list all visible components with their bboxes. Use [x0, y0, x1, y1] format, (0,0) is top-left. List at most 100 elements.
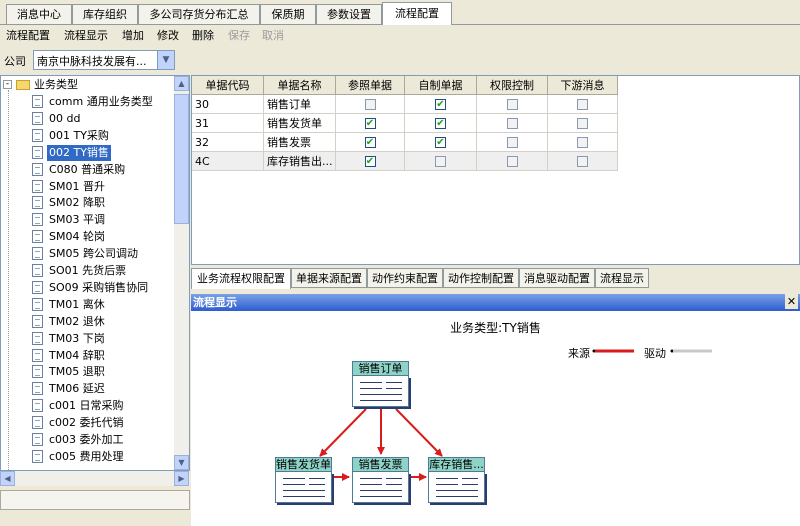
chevron-down-icon[interactable]: ▼	[157, 51, 174, 69]
tree-item[interactable]: 001 TY采购	[1, 128, 175, 144]
tree-item[interactable]: c003 委外加工	[1, 432, 175, 448]
column-header[interactable]: 自制单据	[405, 76, 477, 95]
tree-item[interactable]: C080 普通采购	[1, 162, 175, 178]
table-row[interactable]: 30 销售订单 ✔	[192, 95, 618, 114]
checkbox[interactable]: ✔	[435, 137, 446, 148]
tree-item[interactable]: TM03 下岗	[1, 331, 175, 347]
checkbox[interactable]	[577, 156, 588, 167]
document-icon	[32, 230, 43, 244]
scroll-up-icon[interactable]: ▲	[174, 76, 189, 91]
checkbox[interactable]: ✔	[364, 137, 376, 148]
add-button[interactable]: 增加	[122, 27, 144, 43]
save-button[interactable]: 保存	[228, 27, 250, 43]
document-icon	[32, 179, 43, 193]
cell-self: ✔	[405, 95, 477, 114]
checkbox[interactable]	[435, 156, 446, 167]
scroll-down-icon[interactable]: ▼	[174, 455, 189, 470]
document-icon	[352, 472, 409, 503]
tree-item-label: SM05 跨公司调动	[49, 247, 138, 261]
column-header[interactable]: 单据名称	[264, 76, 336, 95]
tree-item[interactable]: SM05 跨公司调动	[1, 246, 175, 262]
tree-item[interactable]: SM02 降职	[1, 195, 175, 211]
tab-message-center[interactable]: 消息中心	[6, 4, 72, 24]
collapse-icon[interactable]: -	[3, 80, 12, 89]
checkbox[interactable]: ✔	[435, 99, 446, 110]
tree-item[interactable]: SM03 平调	[1, 212, 175, 228]
tree-item[interactable]: TM02 退休	[1, 314, 175, 330]
tree-item[interactable]: TM04 辞职	[1, 348, 175, 364]
tab-flow-display[interactable]: 流程显示	[595, 268, 649, 288]
checkbox[interactable]	[506, 99, 518, 110]
tab-action-control[interactable]: 动作控制配置	[443, 268, 519, 288]
cell-name: 销售发货单	[264, 114, 336, 133]
tree-item[interactable]: SM04 轮岗	[1, 229, 175, 245]
tree-item[interactable]: SO01 先货后票	[1, 263, 175, 279]
table-row[interactable]: 31 销售发货单 ✔ ✔	[192, 114, 618, 133]
flow-node-sales-invoice[interactable]: 销售发票	[352, 457, 409, 505]
cell-self: ✔	[405, 133, 477, 152]
column-header[interactable]: 参照单据	[336, 76, 405, 95]
cell-ref: ✔	[336, 114, 405, 133]
tree-item-label: 002 TY销售	[47, 144, 111, 161]
cell-code: 4C	[192, 152, 264, 171]
node-title: 销售订单	[352, 361, 409, 376]
tree-item[interactable]: comm 通用业务类型	[1, 94, 175, 110]
table-row[interactable]: 32 销售发票 ✔ ✔	[192, 133, 618, 152]
checkbox[interactable]	[577, 137, 588, 148]
tree-item[interactable]: TM01 离休	[1, 297, 175, 313]
tree-item[interactable]: TM05 退职	[1, 364, 175, 380]
tab-document-source[interactable]: 单据来源配置	[291, 268, 367, 288]
checkbox[interactable]	[506, 118, 518, 129]
tree-item-label: c003 委外加工	[49, 433, 124, 446]
column-header[interactable]: 下游消息	[548, 76, 618, 95]
scroll-thumb[interactable]	[174, 94, 189, 224]
company-select[interactable]: 南京中脉科技发展有... ▼	[33, 50, 175, 70]
checkbox[interactable]: ✔	[364, 118, 376, 129]
tree-item[interactable]: SM01 晋升	[1, 179, 175, 195]
tree-horizontal-scrollbar[interactable]: ◀ ▶	[0, 471, 190, 486]
checkbox[interactable]	[577, 99, 588, 110]
tree-item-label: TM02 退休	[49, 314, 105, 328]
scroll-right-icon[interactable]: ▶	[174, 471, 189, 486]
tree-item[interactable]: 002 TY销售	[1, 144, 175, 161]
tree-item[interactable]: SO09 采购销售协同	[1, 280, 175, 296]
flow-node-sales-delivery[interactable]: 销售发货单	[275, 457, 332, 505]
business-type-tree: - 业务类型 comm 通用业务类型 00 dd 001 TY采购 002 TY销售 C08…	[0, 75, 190, 471]
tree-item[interactable]: 00 dd	[1, 111, 175, 127]
checkbox[interactable]: ✔	[364, 156, 376, 167]
checkbox[interactable]	[506, 156, 518, 167]
checkbox[interactable]	[577, 118, 588, 129]
column-header[interactable]: 单据代码	[192, 76, 264, 95]
column-header[interactable]: 权限控制	[477, 76, 548, 95]
scroll-left-icon[interactable]: ◀	[0, 471, 15, 486]
flow-node-stock-sales-out[interactable]: 库存销售...	[428, 457, 485, 505]
tab-parameter-settings[interactable]: 参数设置	[316, 4, 382, 24]
tree-item[interactable]: TM06 延迟	[1, 381, 175, 397]
tree-item[interactable]: c005 费用处理	[1, 449, 175, 465]
tab-shelf-life[interactable]: 保质期	[260, 4, 316, 24]
tree-item-label: SM03 平调	[49, 213, 105, 227]
checkbox[interactable]	[506, 137, 518, 148]
table-row[interactable]: 4C 库存销售出... ✔	[192, 152, 618, 171]
tree-vertical-scrollbar[interactable]: ▲ ▼	[174, 76, 189, 470]
cancel-button[interactable]: 取消	[262, 27, 284, 43]
tree-item-label: comm 通用业务类型	[49, 95, 153, 108]
flow-display-button[interactable]: 流程显示	[64, 27, 108, 43]
tab-message-driver[interactable]: 消息驱动配置	[519, 268, 595, 288]
checkbox[interactable]	[364, 99, 376, 110]
flow-node-sales-order[interactable]: 销售订单	[352, 361, 409, 409]
close-icon[interactable]: ✕	[785, 294, 798, 309]
tab-action-constraint[interactable]: 动作约束配置	[367, 268, 443, 288]
tab-multi-company-summary[interactable]: 多公司存货分布汇总	[138, 4, 260, 24]
tree-item[interactable]: c001 日常采购	[1, 398, 175, 414]
tab-business-flow-permission[interactable]: 业务流程权限配置	[191, 268, 291, 289]
checkbox[interactable]: ✔	[435, 118, 446, 129]
tab-inventory-org[interactable]: 库存组织	[72, 4, 138, 24]
tab-flow-config[interactable]: 流程配置	[382, 2, 452, 25]
cell-ref	[336, 95, 405, 114]
flow-config-button[interactable]: 流程配置	[6, 27, 50, 43]
edit-button[interactable]: 修改	[157, 27, 179, 43]
tree-item[interactable]: c002 委托代销	[1, 415, 175, 431]
cell-name: 销售订单	[264, 95, 336, 114]
delete-button[interactable]: 删除	[192, 27, 214, 43]
